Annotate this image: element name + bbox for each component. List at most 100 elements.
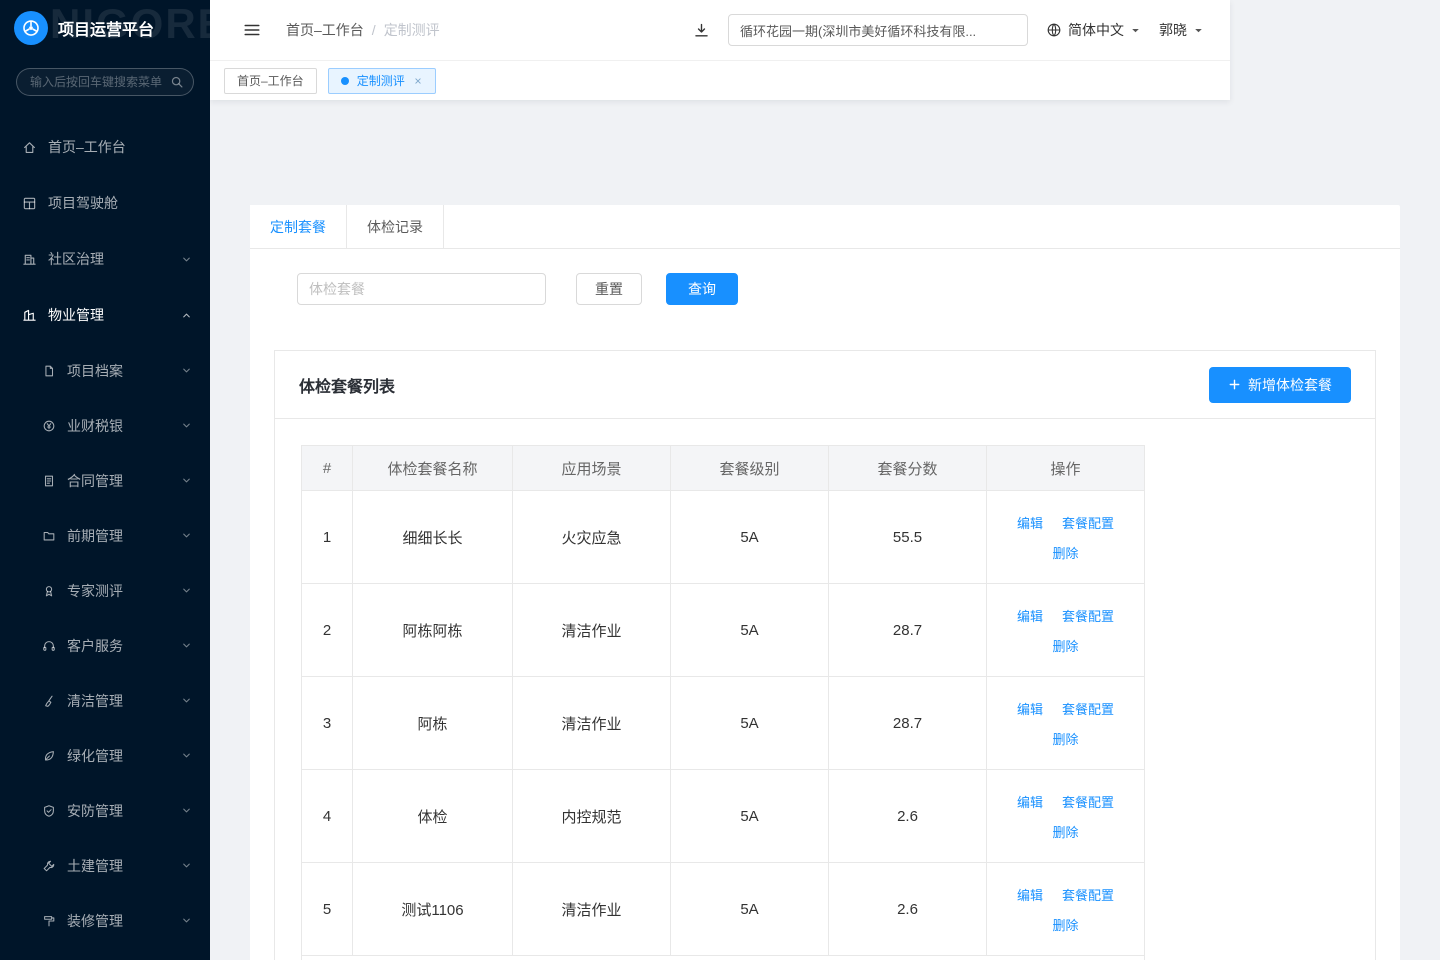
delete-link[interactable]: 删除 [1052,822,1078,841]
sidebar-item[interactable]: 物业管理 [0,287,210,343]
table-wrap: #体检套餐名称应用场景套餐级别套餐分数操作 1细细长长火灾应急5A55.5 编辑… [275,419,1375,960]
delete-link[interactable]: 删除 [1052,729,1078,748]
menu-collapse-icon[interactable] [243,21,261,39]
topbar: 首页–工作台 / 定制测评 循环花园一期(深圳市美好循环科技有限... 简体中文 [210,0,1230,60]
app-logo-icon [14,11,48,45]
project-select[interactable]: 循环花园一期(深圳市美好循环科技有限... [728,14,1028,46]
menu-item-label: 专家测评 [67,581,123,601]
sidebar-item[interactable]: 首页–工作台 [0,119,210,175]
edit-link[interactable]: 编辑 [1017,885,1043,904]
edit-link[interactable]: 编辑 [1017,699,1043,718]
page-tab[interactable]: 定制测评 [328,68,436,94]
cell-level: 5A [671,770,829,863]
menu-item-label: 业财税银 [67,416,123,436]
delete-link[interactable]: 删除 [1052,915,1078,934]
config-link[interactable]: 套餐配置 [1062,513,1114,532]
logo-row[interactable]: NIGORE 项目运营平台 [0,6,210,50]
edit-link[interactable]: 编辑 [1017,792,1043,811]
property-icon [22,308,37,323]
card-tab[interactable]: 定制套餐 [250,205,347,248]
cell-score: 2.6 [829,863,987,956]
chevron-down-icon [181,805,192,816]
config-link[interactable]: 套餐配置 [1062,885,1114,904]
cell-scene: 清洁作业 [513,863,671,956]
shield-icon [42,804,56,818]
sidebar-subitem[interactable]: 客户服务 [0,618,210,673]
cell-actions: 编辑 套餐配置 删除 [987,677,1145,770]
breadcrumb-home[interactable]: 首页–工作台 [286,20,364,40]
config-link[interactable]: 套餐配置 [1062,699,1114,718]
cell-level: 5A [671,491,829,584]
cell-actions: 编辑 套餐配置 删除 [987,491,1145,584]
sidebar-subitem[interactable]: 安防管理 [0,783,210,838]
cell-index: 4 [302,770,353,863]
add-package-button[interactable]: 新增体检套餐 [1209,367,1351,403]
cell-scene: 火灾应急 [513,491,671,584]
cell-package-name: 细细长长 [353,491,513,584]
caret-down-icon [1130,25,1141,36]
reset-button[interactable]: 重置 [576,273,642,305]
sidebar-subitem[interactable]: 绿化管理 [0,728,210,783]
table-row: 4体检内控规范5A2.6 编辑 套餐配置 删除 [302,770,1145,863]
cell-level: 5A [671,863,829,956]
chevron-down-icon [181,695,192,706]
edit-link[interactable]: 编辑 [1017,513,1043,532]
user-menu[interactable]: 郭晓 [1159,20,1204,40]
package-search-input[interactable] [297,273,546,305]
breadcrumb-current: 定制测评 [384,20,440,40]
sidebar-item[interactable]: 社区治理 [0,231,210,287]
sidebar-subitem[interactable]: 合同管理 [0,453,210,508]
sidebar: NIGORE 项目运营平台 首页–工作台项目驾驶舱社区治理物业管理项目档案业财税… [0,0,210,960]
menu-search-input[interactable] [16,68,194,96]
page-tab[interactable]: 首页–工作台 [224,68,317,94]
card-tabs: 定制套餐体检记录 [250,205,1400,249]
language-switcher[interactable]: 简体中文 [1046,20,1141,40]
card-body: 重置 查询 体检套餐列表 新增体检套餐 [250,249,1400,960]
menu-item-label: 装修管理 [67,911,123,931]
sidebar-subitem[interactable]: 业财税银 [0,398,210,453]
table-row: 3阿栋清洁作业5A28.7 编辑 套餐配置 删除 [302,677,1145,770]
delete-link[interactable]: 删除 [1052,636,1078,655]
edit-link[interactable]: 编辑 [1017,606,1043,625]
config-link[interactable]: 套餐配置 [1062,606,1114,625]
sidebar-item[interactable]: 项目驾驶舱 [0,175,210,231]
page-tab-label: 首页–工作台 [237,72,304,89]
menu-item-label: 前期管理 [67,526,123,546]
delete-link[interactable]: 删除 [1052,543,1078,562]
cell-package-name: 体检 [353,770,513,863]
chevron-down-icon [181,254,192,265]
download-icon[interactable] [693,22,710,39]
menu-item-label: 绿化管理 [67,746,123,766]
header: 首页–工作台 / 定制测评 循环花园一期(深圳市美好循环科技有限... 简体中文 [210,0,1230,100]
sidebar-subitem[interactable]: 项目档案 [0,343,210,398]
project-select-value: 循环花园一期(深圳市美好循环科技有限... [740,21,976,40]
cell-index: 1 [302,491,353,584]
config-link[interactable]: 套餐配置 [1062,792,1114,811]
money-icon [42,419,56,433]
search-icon[interactable] [170,75,184,89]
sidebar-subitem[interactable]: 前期管理 [0,508,210,563]
add-package-label: 新增体检套餐 [1248,375,1332,395]
sidebar-subitem[interactable]: 专家测评 [0,563,210,618]
topbar-right: 循环花园一期(深圳市美好循环科技有限... 简体中文 郭晓 [693,14,1204,46]
main: 定制套餐体检记录 重置 查询 体检套餐列表 新增体检套餐 [210,100,1440,960]
chevron-down-icon [181,475,192,486]
cell-actions: 编辑 套餐配置 删除 [987,863,1145,956]
search-button[interactable]: 查询 [666,273,738,305]
cell-package-name: 阿栋 [353,677,513,770]
menu-item-label: 清洁管理 [67,691,123,711]
app-title: 项目运营平台 [58,16,154,40]
chevron-down-icon [181,640,192,651]
sidebar-subitem[interactable]: 土建管理 [0,838,210,893]
chevron-up-icon [181,310,192,321]
chevron-down-icon [181,530,192,541]
sidebar-subitem[interactable]: 装修管理 [0,893,210,948]
column-header: 套餐分数 [829,446,987,491]
content-card: 定制套餐体检记录 重置 查询 体检套餐列表 新增体检套餐 [250,205,1400,960]
close-icon[interactable] [413,76,423,86]
card-tab[interactable]: 体检记录 [347,205,444,248]
caret-down-icon [1193,25,1204,36]
cell-index: 3 [302,677,353,770]
column-header: 套餐级别 [671,446,829,491]
sidebar-subitem[interactable]: 清洁管理 [0,673,210,728]
